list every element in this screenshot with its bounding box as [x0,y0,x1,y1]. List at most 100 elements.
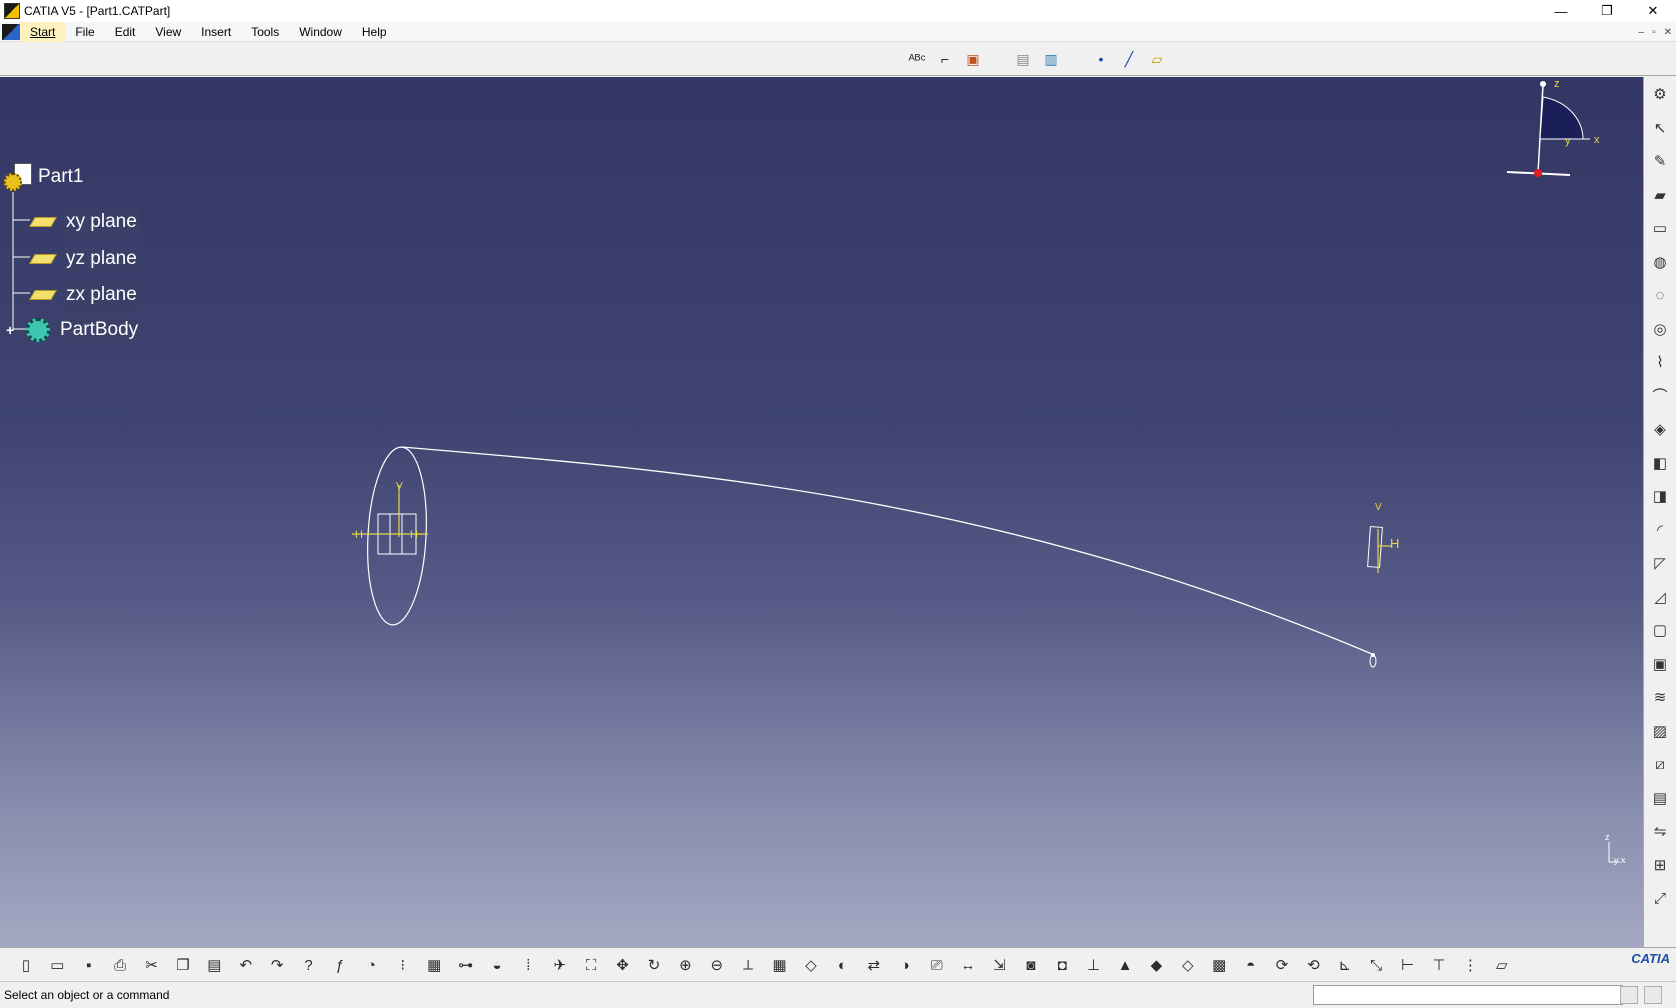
pad-icon[interactable]: ▰ [1648,184,1672,206]
sketcher-icon[interactable]: ✎ [1648,150,1672,172]
tree-item-xy-plane[interactable]: xy plane [29,209,139,235]
tree-root-part1[interactable]: Part1 [4,163,83,191]
menu-help[interactable]: Help [352,22,397,42]
normal-view-icon[interactable]: ⟂ [736,954,760,976]
fillet-icon[interactable]: ◜ [1648,519,1672,541]
new-icon[interactable]: ▯ [14,954,38,976]
select-arrow-icon[interactable]: ↖ [1648,117,1672,139]
pan-icon[interactable]: ✥ [611,954,635,976]
thickness-icon[interactable]: ▣ [1648,653,1672,675]
menu-insert[interactable]: Insert [191,22,241,42]
shaft-icon[interactable]: ◍ [1648,251,1672,273]
measure-between-icon[interactable]: ↔ [956,954,980,976]
hide-show-icon[interactable]: ◐ [830,954,854,976]
catalog-browser-icon[interactable]: ▤ [1012,48,1034,70]
menu-view[interactable]: View [145,22,191,42]
end-point-marker[interactable] [1369,653,1377,668]
shading-icon[interactable]: ◑ [893,954,917,976]
tree-item-zx-plane[interactable]: zx plane [29,282,139,308]
fit-all-icon[interactable]: ⛶ [579,954,603,976]
spline-curve[interactable] [401,446,1373,655]
rib-icon[interactable]: ⌇ [1648,351,1672,373]
pocket-icon[interactable]: ▭ [1648,217,1672,239]
minimize-button[interactable]: — [1538,0,1584,22]
3d-viewport[interactable]: H H V H V z x y z y x Part1 xy plane yz … [0,77,1643,947]
measure-inertia-icon[interactable]: ▥ [1040,48,1062,70]
shell-icon[interactable]: ▢ [1648,619,1672,641]
print-icon[interactable]: ⎙ [108,954,132,976]
knowledge-advisor-icon[interactable]: ◔ [359,954,383,976]
paste-icon[interactable]: ▤ [202,954,226,976]
undo-icon[interactable]: ↶ [234,954,258,976]
groove-icon[interactable]: ◌ [1648,284,1672,306]
text-with-leader-icon[interactable]: ᴬᴮᶜ [906,48,928,70]
zoom-in-icon[interactable]: ⊕ [673,954,697,976]
capture-icon[interactable]: ⎚ [925,954,949,976]
curvature-analysis-icon[interactable]: ◓ [1239,954,1263,976]
iso-view-icon[interactable]: ◇ [799,954,823,976]
constraint-icon[interactable]: ⊢ [1396,954,1420,976]
axis-system-icon[interactable]: ⊥ [1082,954,1106,976]
multi-view-icon[interactable]: ▦ [768,954,792,976]
gear-settings-icon[interactable]: ⚙ [1648,83,1672,105]
tree-item-partbody[interactable]: + PartBody [6,317,141,343]
axis-icon[interactable]: ⊾ [1333,954,1357,976]
body-icon[interactable]: ▲ [1113,954,1137,976]
update-icon[interactable]: ⟲ [1301,954,1325,976]
sketch-analysis-icon[interactable]: ◒ [485,954,509,976]
multi-section-solid-icon[interactable]: ◧ [1648,452,1672,474]
remove-face-icon[interactable]: ▨ [1648,720,1672,742]
solid-combine-icon[interactable]: ◈ [1648,418,1672,440]
chamfer-icon[interactable]: ◸ [1648,552,1672,574]
draft-analysis-icon[interactable]: ▩ [1207,954,1231,976]
menu-window[interactable]: Window [289,22,352,42]
doc-restore-button[interactable]: ▫ [1652,27,1656,38]
point-icon[interactable]: • [1090,48,1112,70]
refresh-icon[interactable]: ⟳ [1270,954,1294,976]
redo-icon[interactable]: ↷ [265,954,289,976]
ellipse-profile[interactable] [363,446,430,627]
menu-tools[interactable]: Tools [241,22,289,42]
open-icon[interactable]: ▭ [45,954,69,976]
split-icon[interactable]: ⧄ [1648,753,1672,775]
thick-surface-icon[interactable]: ▤ [1648,787,1672,809]
relimit-icon[interactable]: ⊤ [1427,954,1451,976]
power-input-field[interactable] [1313,985,1623,1005]
geometrical-set-icon[interactable]: ◆ [1144,954,1168,976]
whats-this-icon[interactable]: ? [297,954,321,976]
ordered-set-icon[interactable]: ◇ [1176,954,1200,976]
power-input-cancel-button[interactable] [1644,986,1662,1004]
fly-mode-icon[interactable]: ✈ [548,954,572,976]
doc-minimize-button[interactable]: – [1639,27,1645,38]
tree-item-yz-plane[interactable]: yz plane [29,246,139,272]
level-icon[interactable]: ⋮ [1458,954,1482,976]
scale-icon[interactable]: ⤡ [1364,954,1388,976]
menu-start[interactable]: Start [20,21,66,42]
table-icon[interactable]: ▦ [422,954,446,976]
plane-icon[interactable]: ▱ [1146,48,1168,70]
draft-icon[interactable]: ◿ [1648,586,1672,608]
doc-close-button[interactable]: ✕ [1664,27,1672,38]
formula-icon[interactable]: ƒ [328,954,352,976]
swap-space-icon[interactable]: ⇄ [862,954,886,976]
save-icon[interactable]: ▪ [77,954,101,976]
measure-item-icon[interactable]: ⇲ [987,954,1011,976]
hierarchical-icon[interactable]: ⊶ [454,954,478,976]
mirror-icon[interactable]: ⇋ [1648,820,1672,842]
document-icon[interactable] [2,23,20,40]
left-sketch-axis[interactable]: H H V [352,481,428,555]
zoom-out-icon[interactable]: ⊖ [705,954,729,976]
apply-material-icon[interactable]: ◙ [1019,954,1043,976]
menu-file[interactable]: File [65,22,104,42]
pattern-icon[interactable]: ⊞ [1648,854,1672,876]
camera-icon[interactable]: ◘ [1050,954,1074,976]
cut-icon[interactable]: ✂ [140,954,164,976]
apply-material-icon[interactable]: ▣ [962,48,984,70]
power-input-options-button[interactable] [1620,986,1638,1004]
close-button[interactable]: ✕ [1630,0,1676,22]
scaling-icon[interactable]: ⤢ [1648,887,1672,909]
compass[interactable]: z x y [1506,78,1600,177]
quick-view-icon[interactable]: ⁞ [516,954,540,976]
hole-icon[interactable]: ◎ [1648,318,1672,340]
thread-icon[interactable]: ≋ [1648,686,1672,708]
